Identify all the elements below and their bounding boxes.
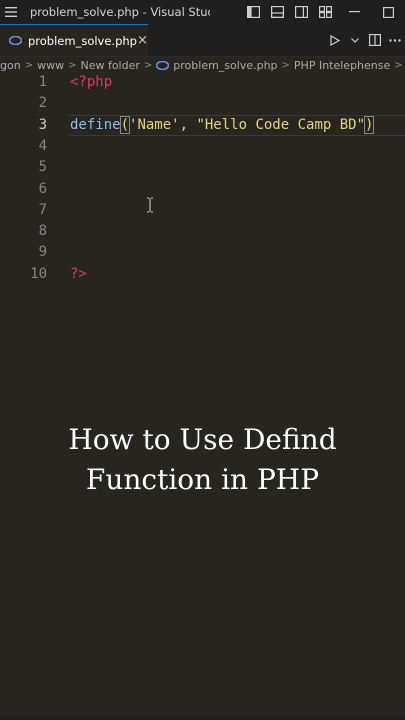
maximize-icon[interactable] bbox=[371, 0, 405, 24]
code-line: 6 bbox=[0, 179, 405, 200]
chevron-right-icon: > bbox=[68, 59, 77, 71]
php-file-icon bbox=[9, 34, 22, 47]
title-bar: problem_solve.php - Visual Studio C... bbox=[0, 0, 405, 24]
define-statement: define('Name', "Hello Code Camp BD") bbox=[70, 115, 375, 136]
code-line: 4 bbox=[0, 136, 405, 157]
split-editor-icon[interactable] bbox=[365, 24, 385, 56]
line-number: 9 bbox=[38, 244, 47, 260]
breadcrumb-file[interactable]: problem_solve.php bbox=[156, 58, 278, 72]
line-number: 7 bbox=[38, 202, 47, 218]
line-number: 4 bbox=[38, 138, 47, 154]
code-line: 1 <?php bbox=[0, 72, 405, 93]
line-number: 8 bbox=[38, 223, 47, 239]
comma: , bbox=[179, 117, 197, 133]
more-actions-icon[interactable] bbox=[385, 24, 405, 56]
code-line: 5 bbox=[0, 157, 405, 178]
tab-label: problem_solve.php bbox=[28, 33, 137, 48]
chevron-right-icon: > bbox=[24, 59, 34, 71]
toggle-primary-sidebar-icon[interactable] bbox=[241, 0, 265, 24]
line-number: 2 bbox=[38, 95, 47, 111]
run-icon[interactable] bbox=[325, 24, 345, 56]
caption-line-1: How to Use Defind bbox=[68, 423, 337, 456]
breadcrumb-item[interactable]: New folder bbox=[80, 59, 139, 72]
string-arg-value: "Hello Code Camp BD" bbox=[196, 117, 366, 133]
chevron-down-icon[interactable] bbox=[345, 24, 365, 56]
caption-line-2: Function in PHP bbox=[85, 463, 320, 496]
string-arg-name: 'Name' bbox=[129, 117, 180, 133]
breadcrumb-item: problem_solve.php bbox=[173, 58, 278, 72]
code-line: 7 bbox=[0, 200, 405, 221]
status-bar bbox=[0, 716, 405, 720]
code-line: 2 bbox=[0, 93, 405, 114]
code-line-current: 3 define('Name', "Hello Code Camp BD") bbox=[0, 115, 405, 136]
line-number: 1 bbox=[38, 74, 47, 90]
breadcrumb-item[interactable]: www bbox=[37, 59, 64, 72]
minimize-icon[interactable] bbox=[337, 0, 371, 24]
line-number: 5 bbox=[38, 159, 47, 175]
php-file-icon bbox=[156, 60, 170, 70]
tab-problem-solve[interactable]: problem_solve.php × bbox=[0, 24, 148, 56]
code-line: 10 ?> bbox=[0, 264, 405, 285]
close-paren: ) bbox=[363, 116, 375, 134]
line-number: 6 bbox=[38, 181, 47, 197]
title-actions bbox=[241, 0, 405, 24]
define-function: define bbox=[70, 117, 121, 133]
toggle-panel-icon[interactable] bbox=[265, 0, 289, 24]
close-icon[interactable]: × bbox=[137, 33, 148, 48]
open-paren: ( bbox=[119, 116, 131, 134]
toggle-secondary-sidebar-icon[interactable] bbox=[289, 0, 313, 24]
chevron-right-icon: > bbox=[143, 59, 153, 71]
tab-bar: problem_solve.php × bbox=[0, 24, 405, 57]
breadcrumb-item[interactable]: gon bbox=[0, 59, 21, 72]
window-title: problem_solve.php - Visual Studio C... bbox=[30, 5, 210, 19]
hamburger-menu-icon[interactable] bbox=[0, 0, 22, 24]
breadcrumb-item[interactable]: PHP Intelephense bbox=[294, 59, 390, 72]
code-line: 8 bbox=[0, 221, 405, 242]
php-close-tag: ?> bbox=[70, 266, 87, 282]
chevron-right-icon: > bbox=[281, 59, 290, 71]
line-number: 3 bbox=[38, 117, 47, 133]
editor-actions bbox=[325, 24, 405, 56]
line-number: 10 bbox=[30, 266, 47, 282]
customize-layout-icon[interactable] bbox=[313, 0, 337, 24]
code-line: 9 bbox=[0, 242, 405, 263]
php-open-tag: <?php bbox=[70, 74, 113, 90]
text-cursor-icon bbox=[147, 197, 153, 213]
chevron-right-icon: > bbox=[394, 59, 403, 71]
